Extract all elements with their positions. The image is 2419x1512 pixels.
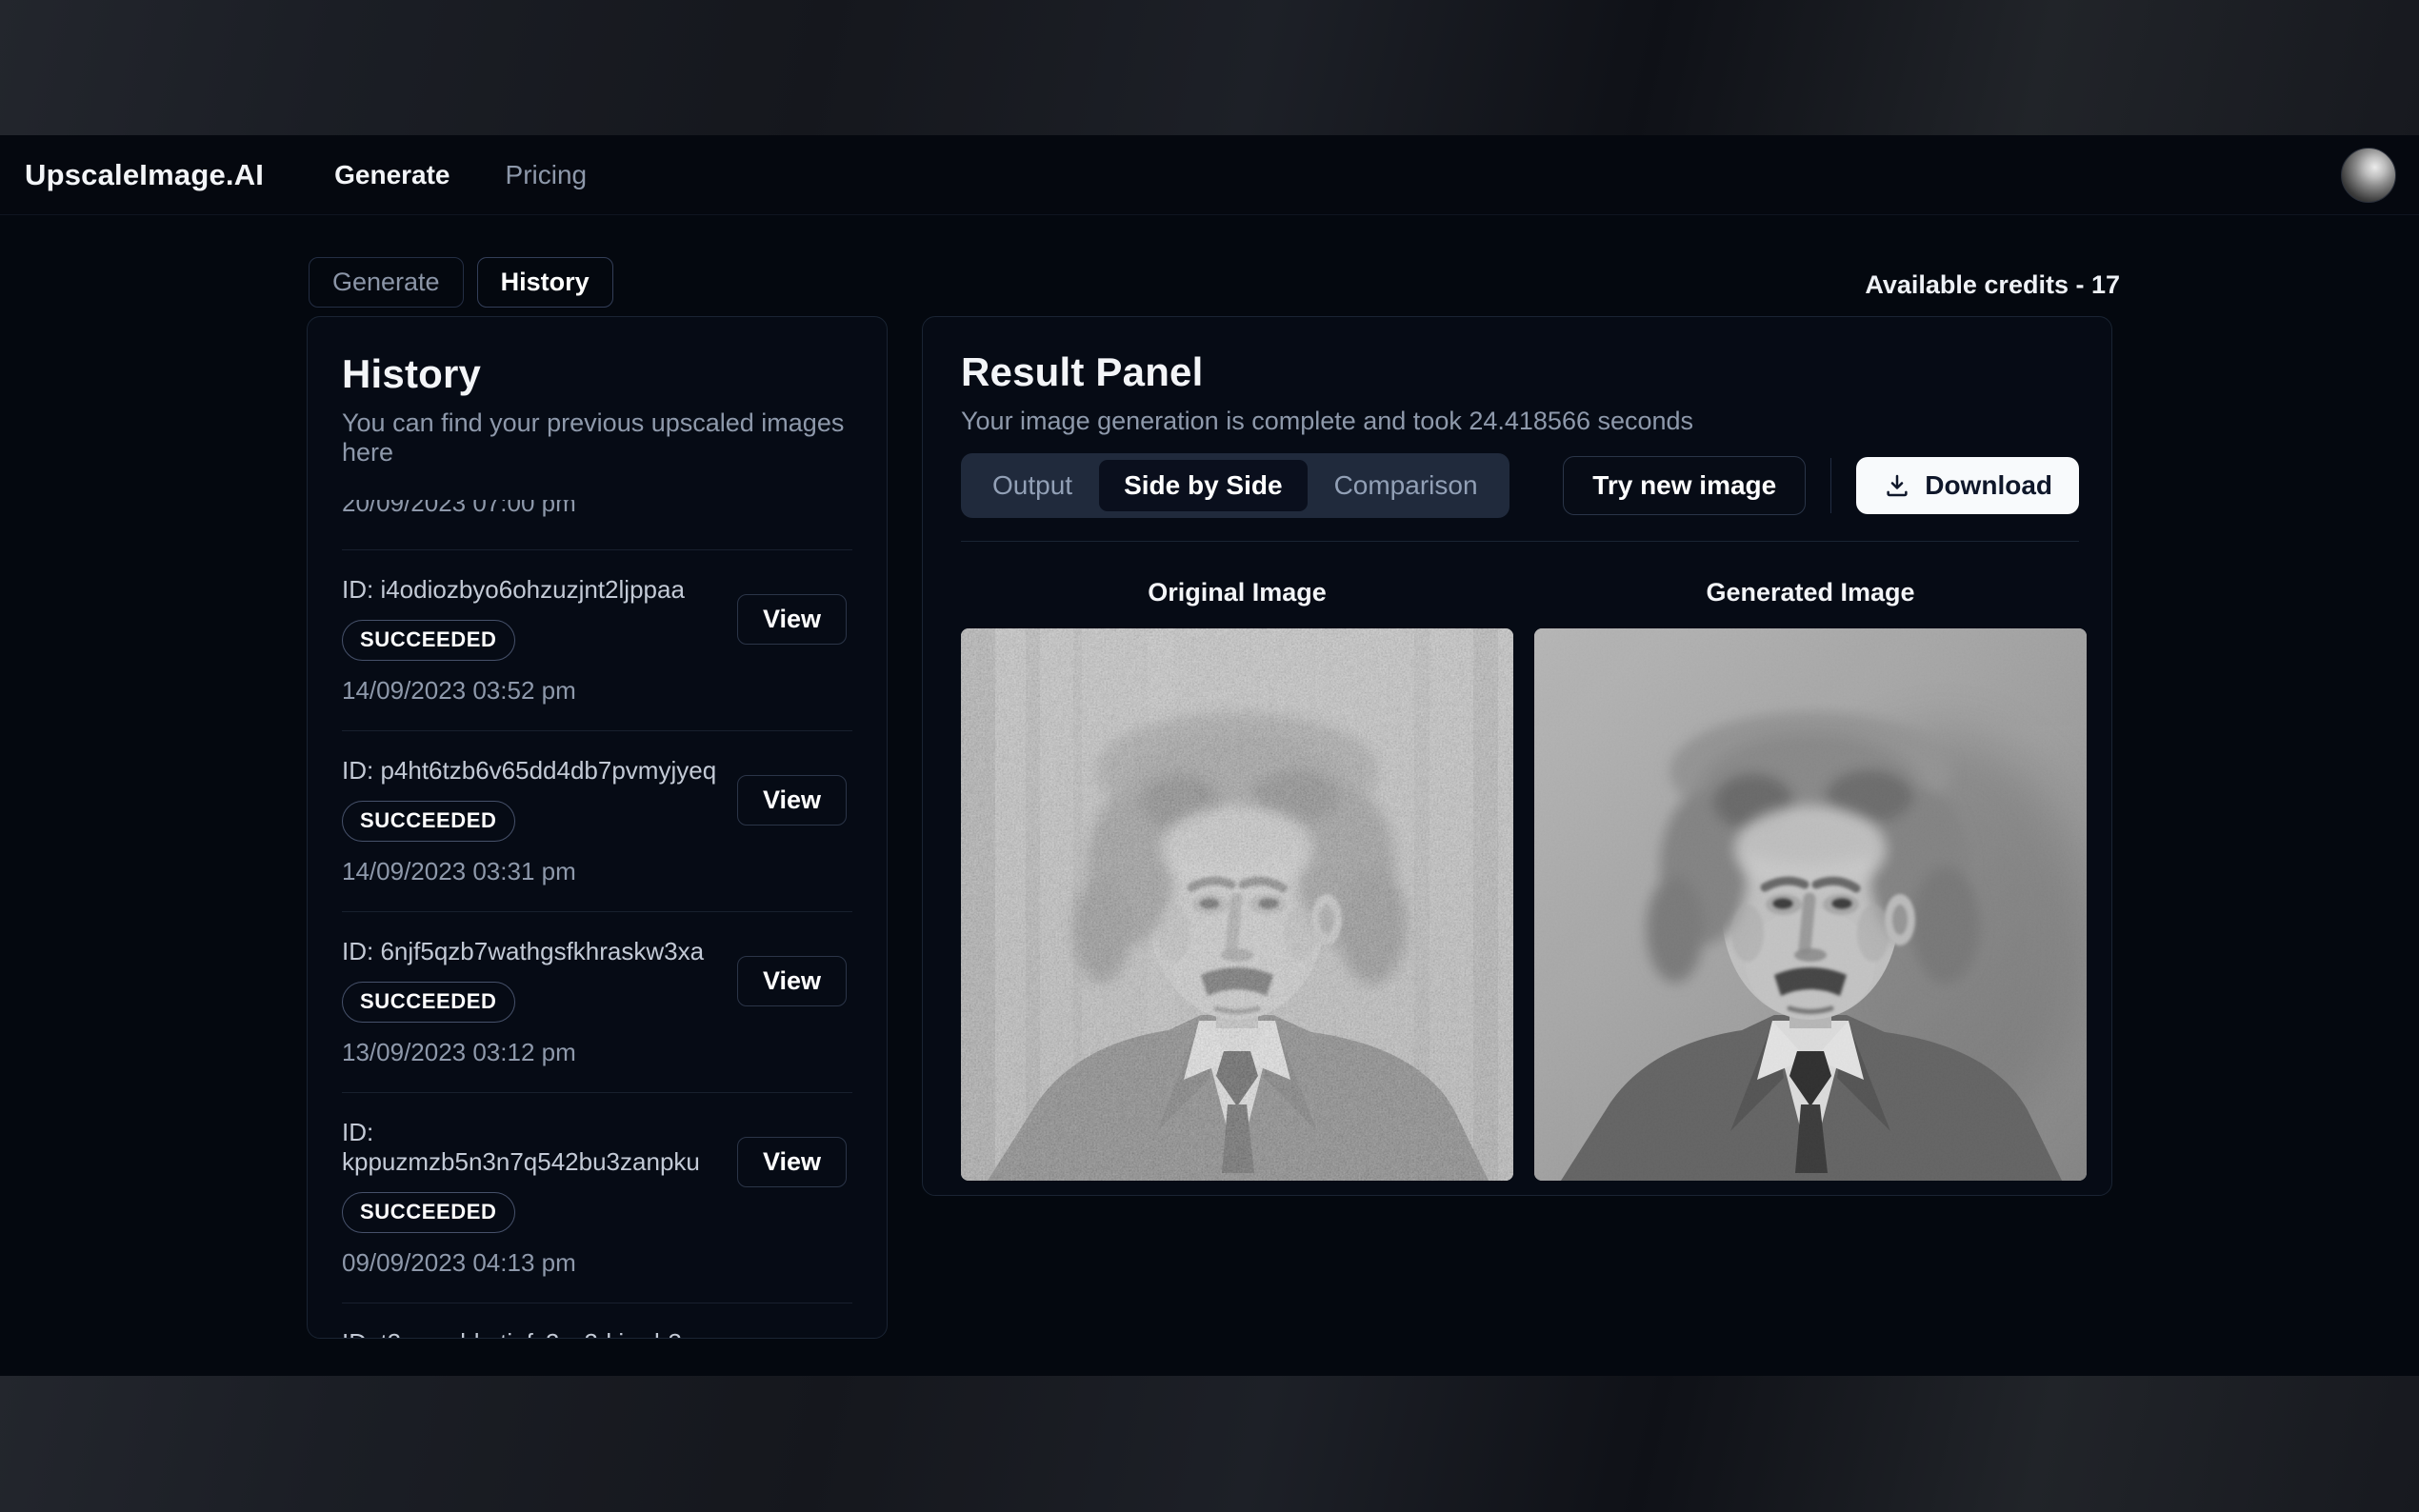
list-divider — [342, 911, 852, 912]
result-actions: Try new image Download — [1563, 456, 2079, 515]
top-navbar: UpscaleImage.AI Generate Pricing — [0, 135, 2419, 215]
history-item-date: 20/09/2023 07:00 pm — [342, 500, 852, 518]
generated-image-label: Generated Image — [1534, 578, 2087, 607]
history-item-id: ID: 6njf5qzb7wathgsfkhraskw3xa — [342, 937, 738, 966]
side-by-side-view: Original Image Generated Image — [961, 578, 2079, 1181]
backdrop-gradient-bottom — [0, 1376, 2419, 1512]
status-badge: SUCCEEDED — [342, 982, 515, 1023]
history-item-date: 13/09/2023 03:12 pm — [342, 1038, 738, 1067]
history-item: ID: p4ht6tzb6v65dd4db7pvmyjyeq SUCCEEDED… — [342, 756, 852, 886]
history-item-id: ID: t2meycbbztigfz2zx2rkjywb3e — [342, 1328, 738, 1339]
history-item: ID: i4odiozbyo6ohzuzjnt2ljppaa SUCCEEDED… — [342, 575, 852, 706]
original-image — [961, 628, 1513, 1181]
available-credits: Available credits - 17 — [1865, 270, 2120, 300]
nav-link-generate[interactable]: Generate — [334, 160, 450, 190]
tab-history[interactable]: History — [477, 257, 613, 308]
view-tab-comparison[interactable]: Comparison — [1309, 460, 1503, 511]
view-tab-side-by-side[interactable]: Side by Side — [1099, 460, 1308, 511]
user-avatar[interactable] — [2341, 148, 2396, 203]
nav-links: Generate Pricing — [334, 160, 587, 190]
view-button[interactable]: View — [737, 1137, 847, 1187]
history-item-id: ID: kppuzmzb5n3n7q542bu3zanpku — [342, 1118, 738, 1177]
history-item: ID: 6njf5qzb7wathgsfkhraskw3xa SUCCEEDED… — [342, 937, 852, 1067]
list-divider — [342, 1092, 852, 1093]
history-item-date: 14/09/2023 03:52 pm — [342, 676, 738, 706]
list-divider — [342, 730, 852, 731]
status-badge: SUCCEEDED — [342, 1192, 515, 1233]
view-mode-tabs: Output Side by Side Comparison — [961, 453, 1509, 518]
result-panel: Result Panel Your image generation is co… — [922, 316, 2112, 1196]
try-new-image-button[interactable]: Try new image — [1563, 456, 1806, 515]
result-panel-subtitle: Your image generation is complete and to… — [961, 407, 2079, 436]
controls-divider — [961, 541, 2079, 542]
history-title: History — [342, 351, 852, 397]
view-tab-output[interactable]: Output — [968, 460, 1097, 511]
view-button[interactable]: View — [737, 956, 847, 1006]
actions-divider — [1830, 458, 1831, 513]
status-badge: SUCCEEDED — [342, 801, 515, 842]
history-subtitle: You can find your previous upscaled imag… — [342, 408, 852, 468]
generated-figure: Generated Image — [1534, 578, 2087, 1181]
history-item-clipped: 20/09/2023 07:00 pm — [342, 500, 852, 525]
result-controls: Output Side by Side Comparison Try new i… — [961, 453, 2079, 518]
nav-link-pricing[interactable]: Pricing — [506, 160, 588, 190]
download-label: Download — [1925, 470, 2052, 501]
download-button[interactable]: Download — [1856, 457, 2079, 514]
history-item-id: ID: i4odiozbyo6ohzuzjnt2ljppaa — [342, 575, 738, 605]
view-button[interactable]: View — [737, 594, 847, 645]
history-item-date: 14/09/2023 03:31 pm — [342, 857, 738, 886]
history-item: ID: kppuzmzb5n3n7q542bu3zanpku SUCCEEDED… — [342, 1118, 852, 1278]
history-item-id: ID: p4ht6tzb6v65dd4db7pvmyjyeq — [342, 756, 738, 786]
list-divider — [342, 549, 852, 550]
history-item: ID: t2meycbbztigfz2zx2rkjywb3e SUCCEEDED… — [342, 1328, 852, 1339]
result-panel-title: Result Panel — [961, 349, 2079, 395]
download-icon — [1883, 471, 1911, 500]
brand-logo[interactable]: UpscaleImage.AI — [25, 158, 264, 192]
history-list[interactable]: 20/09/2023 07:00 pm ID: i4odiozbyo6ohzuz… — [342, 500, 852, 1339]
original-image-label: Original Image — [961, 578, 1513, 607]
main-content: Generate History Available credits - 17 … — [0, 215, 2419, 1376]
status-badge: SUCCEEDED — [342, 620, 515, 661]
history-panel: History You can find your previous upsca… — [307, 316, 888, 1339]
original-figure: Original Image — [961, 578, 1513, 1181]
view-button[interactable]: View — [737, 775, 847, 826]
tab-generate[interactable]: Generate — [309, 257, 464, 308]
generated-image — [1534, 628, 2087, 1181]
page-tabs: Generate History — [309, 257, 613, 308]
backdrop-gradient-top — [0, 0, 2419, 135]
history-item-date: 09/09/2023 04:13 pm — [342, 1248, 738, 1278]
